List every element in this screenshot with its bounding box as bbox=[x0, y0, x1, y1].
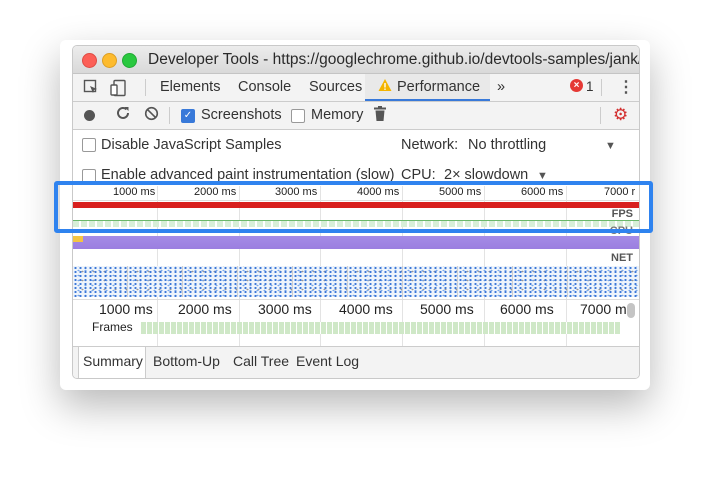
tab-separator bbox=[601, 79, 602, 96]
screenshot-thumbnail bbox=[238, 266, 293, 297]
screenshot-thumbnail bbox=[73, 266, 128, 297]
title-bar: Developer Tools - https://googlechrome.g… bbox=[73, 46, 639, 74]
memory-label[interactable]: Memory bbox=[311, 107, 363, 123]
timeline-details[interactable]: 1000 ms 2000 ms 3000 ms 4000 ms 5000 ms … bbox=[73, 299, 639, 348]
tab-event-log[interactable]: Event Log bbox=[296, 353, 359, 369]
chevron-down-icon[interactable]: ▼ bbox=[605, 140, 616, 152]
net-label: NET bbox=[611, 252, 633, 264]
frames-track-label[interactable]: Frames bbox=[92, 320, 133, 334]
reload-icon[interactable] bbox=[115, 105, 131, 125]
performance-toolbar: ✓ Screenshots Memory ⚙ bbox=[73, 102, 639, 130]
capture-settings: Disable JavaScript Samples Network: No t… bbox=[73, 130, 639, 188]
frames-track[interactable] bbox=[141, 322, 621, 334]
more-tabs-button[interactable]: » bbox=[497, 79, 505, 95]
trash-icon[interactable] bbox=[374, 106, 386, 125]
window-title: Developer Tools - https://googlechrome.g… bbox=[148, 51, 640, 68]
screenshots-label[interactable]: Screenshots bbox=[201, 107, 282, 123]
screenshot-thumbnail bbox=[183, 266, 238, 297]
details-tick: 4000 ms bbox=[339, 301, 393, 317]
tab-elements[interactable]: Elements bbox=[160, 79, 220, 95]
panel-tab-bar: Elements Console Sources Performance » ×… bbox=[73, 74, 639, 102]
overview-highlight-box bbox=[54, 181, 653, 233]
details-tick: 7000 m bbox=[580, 301, 627, 317]
inspect-element-icon[interactable] bbox=[83, 79, 99, 99]
error-icon[interactable]: × bbox=[570, 79, 583, 92]
cpu-chart bbox=[73, 236, 639, 249]
record-icon[interactable] bbox=[84, 110, 95, 121]
cpu-scripting-segment bbox=[73, 236, 83, 242]
vertical-scrollbar[interactable] bbox=[627, 303, 635, 318]
device-toolbar-icon[interactable] bbox=[110, 79, 128, 101]
maximize-window-button[interactable] bbox=[122, 53, 137, 68]
screenshot-thumbnail bbox=[403, 266, 458, 297]
bottom-tab-bar: Summary Bottom-Up Call Tree Event Log bbox=[73, 346, 639, 378]
network-label: Network: bbox=[401, 137, 459, 153]
details-tick: 2000 ms bbox=[178, 301, 232, 317]
screenshot-thumbnail bbox=[568, 266, 639, 297]
warning-icon bbox=[378, 78, 392, 95]
details-tick: 5000 ms bbox=[420, 301, 474, 317]
network-throttling-select[interactable]: No throttling bbox=[468, 137, 546, 153]
tab-sources[interactable]: Sources bbox=[309, 79, 362, 95]
tab-summary[interactable]: Summary bbox=[83, 353, 143, 369]
gear-icon[interactable]: ⚙ bbox=[613, 105, 628, 125]
details-tick: 1000 ms bbox=[99, 301, 153, 317]
details-tick: 6000 ms bbox=[500, 301, 554, 317]
screenshot-thumbnail bbox=[513, 266, 568, 297]
screenshot-thumbnail bbox=[348, 266, 403, 297]
minimize-window-button[interactable] bbox=[102, 53, 117, 68]
toolbar-separator bbox=[169, 107, 170, 124]
disable-js-samples-checkbox[interactable] bbox=[82, 138, 96, 152]
screenshot-filmstrip bbox=[73, 266, 639, 298]
close-window-button[interactable] bbox=[82, 53, 97, 68]
details-tick: 3000 ms bbox=[258, 301, 312, 317]
tab-separator bbox=[145, 79, 146, 96]
memory-checkbox[interactable] bbox=[291, 109, 305, 123]
screenshot-thumbnail bbox=[458, 266, 513, 297]
tab-call-tree[interactable]: Call Tree bbox=[233, 353, 289, 369]
more-options-icon[interactable]: ⋮ bbox=[618, 77, 634, 97]
clear-icon[interactable] bbox=[144, 106, 159, 125]
tab-bottom-up[interactable]: Bottom-Up bbox=[153, 353, 220, 369]
screenshots-checkbox[interactable]: ✓ bbox=[181, 109, 195, 123]
tab-performance[interactable]: Performance bbox=[397, 79, 480, 95]
tab-console[interactable]: Console bbox=[238, 79, 291, 95]
disable-js-samples-label[interactable]: Disable JavaScript Samples bbox=[101, 137, 282, 153]
error-count[interactable]: 1 bbox=[586, 79, 594, 94]
screenshot-thumbnail bbox=[293, 266, 348, 297]
toolbar-separator bbox=[600, 107, 601, 124]
screenshot-thumbnail bbox=[128, 266, 183, 297]
